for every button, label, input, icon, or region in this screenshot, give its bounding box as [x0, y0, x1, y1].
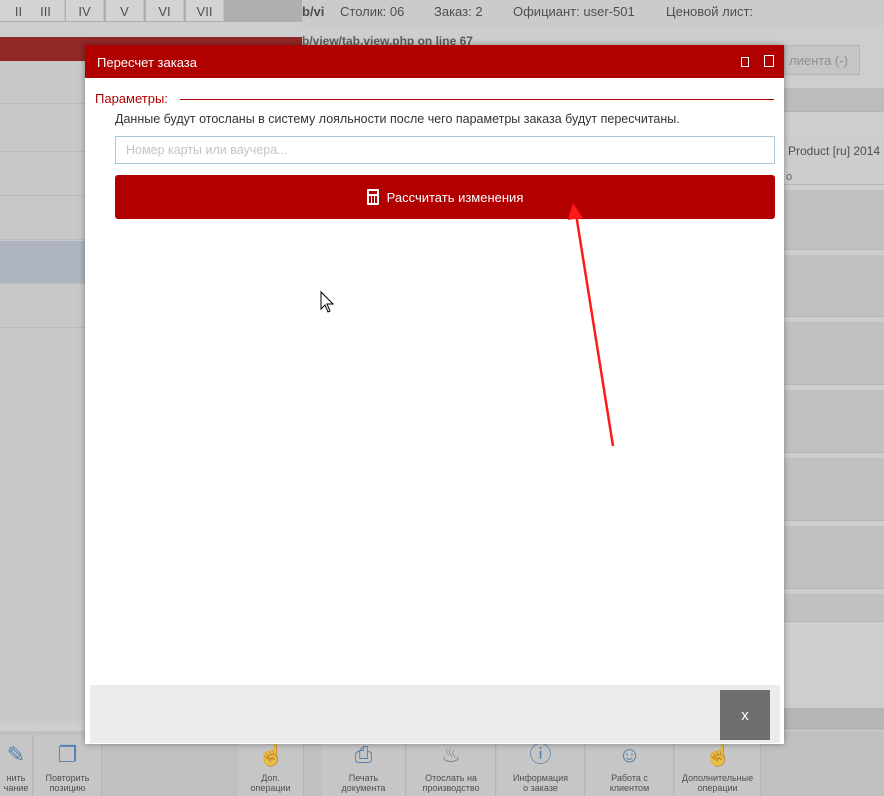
- dialog-description: Данные будут отосланы в систему лояльнос…: [115, 112, 680, 126]
- close-button[interactable]: x: [720, 690, 770, 740]
- dialog-title: Пересчет заказа: [97, 55, 197, 70]
- maximize-icon[interactable]: [764, 55, 774, 67]
- parameters-legend: Параметры:: [95, 91, 174, 106]
- dialog-footer: x: [90, 685, 780, 743]
- dialog-header: Пересчет заказа: [85, 45, 784, 78]
- legend-divider: [180, 99, 774, 100]
- minimize-icon[interactable]: [741, 57, 749, 67]
- calculator-icon: [366, 189, 379, 206]
- calculate-changes-label: Рассчитать изменения: [386, 189, 524, 205]
- recalculate-order-dialog: Пересчет заказа Параметры: Данные будут …: [85, 45, 784, 744]
- calculate-changes-button[interactable]: Рассчитать изменения: [115, 175, 775, 219]
- card-number-input[interactable]: [115, 136, 775, 164]
